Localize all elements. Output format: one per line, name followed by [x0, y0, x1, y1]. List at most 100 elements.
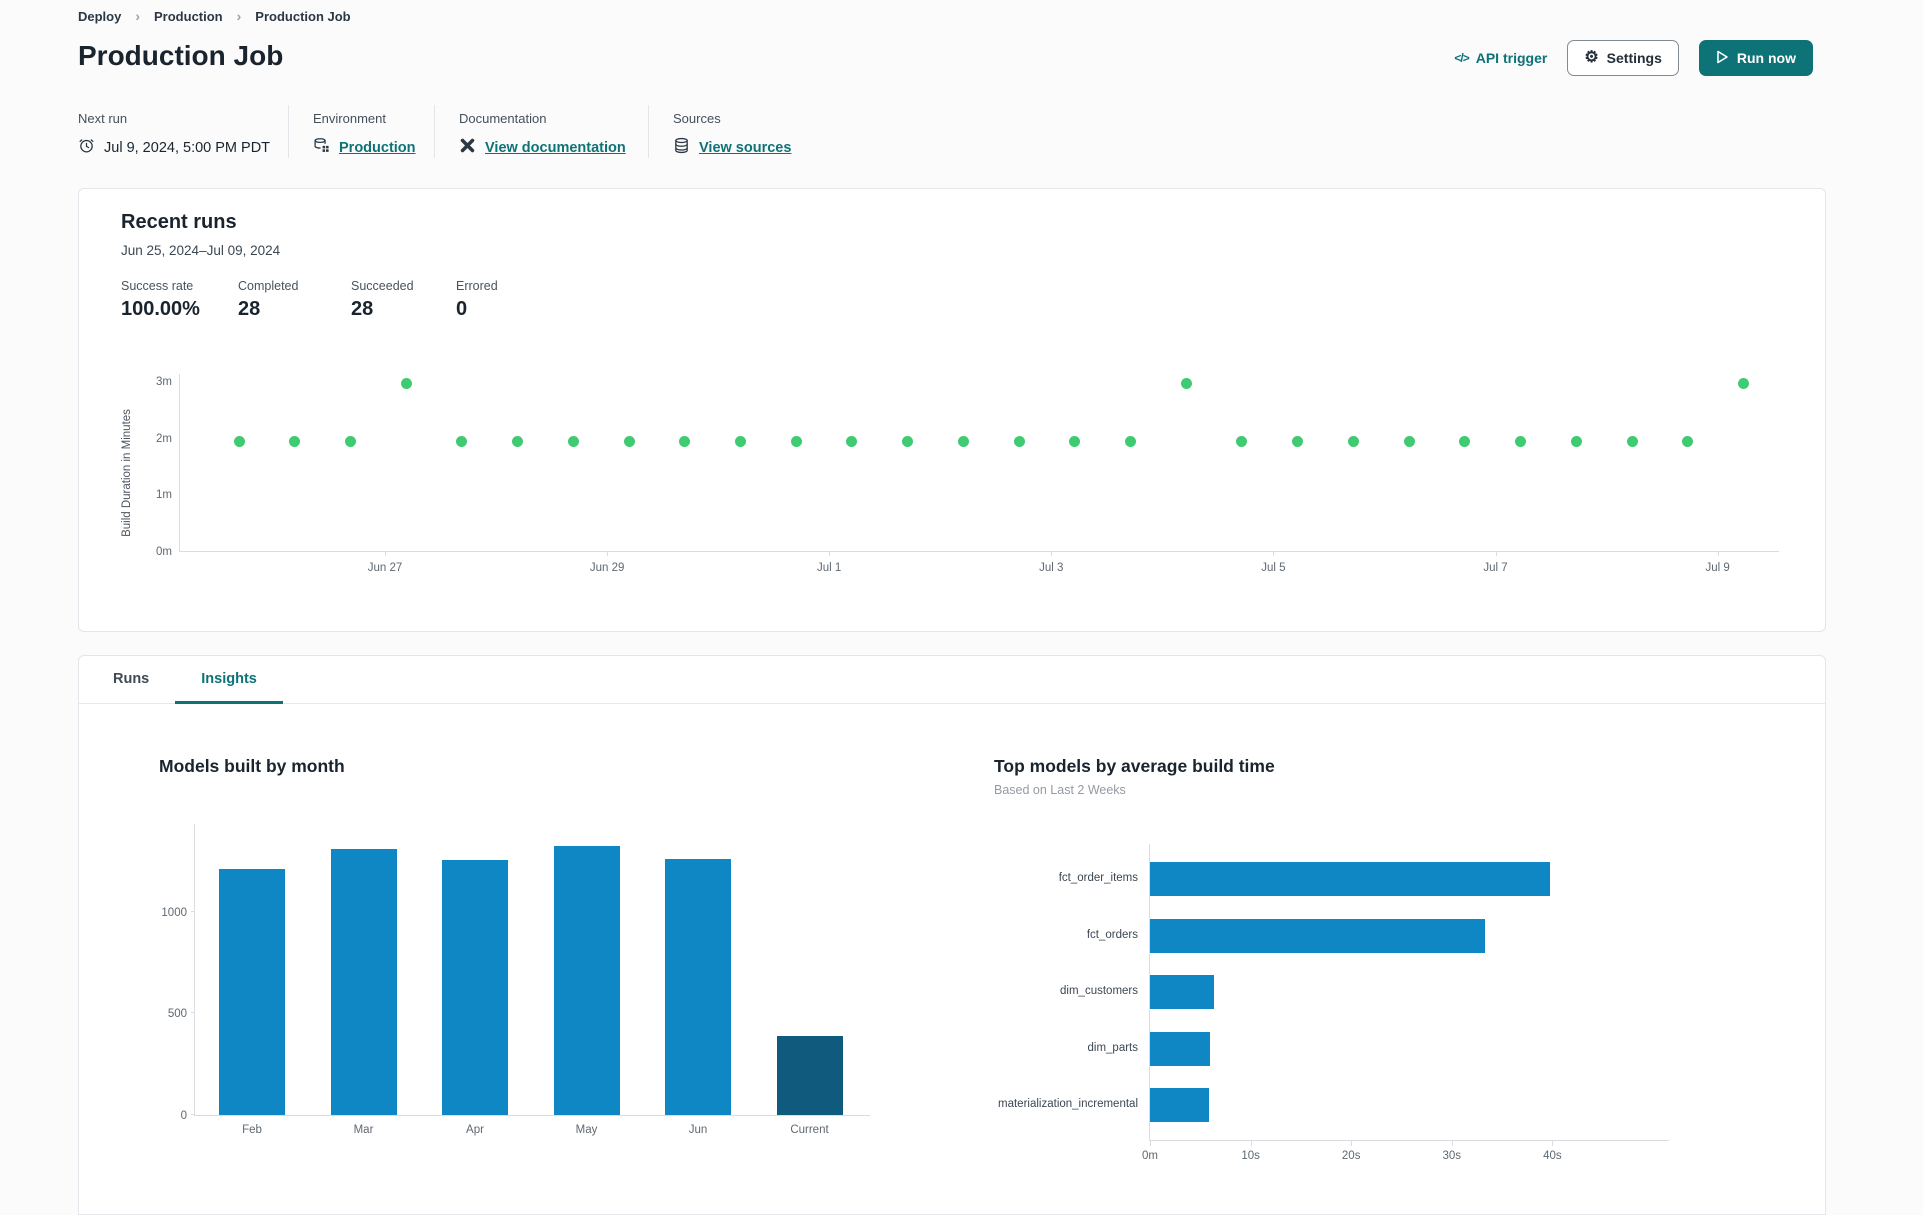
- month-bar: [219, 869, 285, 1115]
- top-models-chart-subtitle: Based on Last 2 Weeks: [994, 783, 1126, 797]
- run-dot[interactable]: [1069, 435, 1081, 447]
- model-name-label: fct_order_items: [1058, 872, 1138, 884]
- x-axis-tick: Feb: [242, 1124, 262, 1136]
- run-dot[interactable]: [1292, 435, 1304, 447]
- run-dot[interactable]: [1013, 435, 1025, 447]
- x-axis-tick: 20s: [1341, 1150, 1361, 1162]
- next-run-label: Next run: [78, 111, 128, 126]
- y-axis-tick: 3m: [156, 375, 172, 388]
- run-now-button[interactable]: Run now: [1698, 40, 1813, 76]
- x-axis-tick: Jul 3: [1039, 562, 1064, 574]
- y-axis-tick: 2m: [156, 432, 172, 445]
- view-sources-link[interactable]: View sources: [699, 140, 791, 156]
- recent-runs-card: Recent runs Jun 25, 2024–Jul 09, 2024 Su…: [78, 188, 1826, 632]
- x-axis-tick: Jun 27: [367, 562, 403, 574]
- header-actions: </> API trigger ⚙ Settings Run now: [1454, 40, 1813, 76]
- run-dot[interactable]: [1403, 435, 1415, 447]
- x-axis-tick-mark: [1273, 552, 1275, 556]
- x-axis-tick: May: [575, 1124, 598, 1136]
- run-dot[interactable]: [623, 435, 635, 447]
- run-dot[interactable]: [1515, 435, 1527, 447]
- settings-button[interactable]: ⚙ Settings: [1567, 40, 1679, 76]
- x-axis-tick: Jul 5: [1261, 562, 1286, 574]
- run-dot[interactable]: [1459, 435, 1471, 447]
- breadcrumb-deploy[interactable]: Deploy: [78, 9, 121, 24]
- recent-runs-title: Recent runs: [121, 211, 237, 233]
- run-dot[interactable]: [1236, 435, 1248, 447]
- run-dot[interactable]: [957, 435, 969, 447]
- month-bar: [330, 848, 397, 1115]
- stat-completed: Completed 28: [238, 279, 299, 320]
- run-now-label: Run now: [1736, 50, 1796, 66]
- y-axis-tick: 1m: [156, 489, 172, 502]
- alarm-clock-icon: [78, 137, 95, 158]
- run-dot[interactable]: [790, 435, 802, 447]
- insights-panel: Models built by month 0 500 1000 Feb Mar Apr M…: [79, 704, 1825, 1214]
- x-axis-tick-mark: [385, 552, 386, 556]
- run-dot[interactable]: [734, 435, 746, 447]
- tab-runs[interactable]: Runs: [87, 656, 175, 704]
- model-build-time-bar: [1150, 1088, 1210, 1122]
- build-duration-scatter-plot: 0m 1m 2m 3m Jun 27 Jun 29 Jul 1 Jul 3 Jul 5 Jul 7…: [156, 374, 1779, 574]
- run-dot[interactable]: [456, 435, 468, 447]
- top-models-bar-chart: 0m 10s 20s 30s 40s fct_order_items fct_orders d…: [998, 844, 1669, 1162]
- run-dot[interactable]: [512, 435, 524, 447]
- model-build-time-bar: [1150, 862, 1551, 896]
- run-dot[interactable]: [1682, 435, 1694, 447]
- model-name-label: materialization_incremental: [998, 1098, 1138, 1110]
- run-dot[interactable]: [846, 435, 858, 447]
- tab-insights[interactable]: Insights: [175, 656, 283, 704]
- month-bar: [776, 1035, 843, 1115]
- documentation-column: Documentation View documentation: [434, 105, 648, 158]
- model-name-label: dim_customers: [1060, 985, 1138, 997]
- model-name-label: dim_parts: [1087, 1041, 1139, 1054]
- run-dot[interactable]: [344, 435, 356, 447]
- model-build-time-bar: [1150, 975, 1215, 1009]
- run-dot[interactable]: [1180, 378, 1192, 390]
- run-dot[interactable]: [679, 435, 691, 447]
- y-axis-tick: 1000: [161, 906, 187, 919]
- y-axis-tick-mark: [191, 910, 195, 912]
- view-documentation-link[interactable]: View documentation: [485, 140, 626, 156]
- x-axis-tick-mark: [1717, 552, 1719, 556]
- x-axis-tick: Jun: [688, 1124, 708, 1136]
- settings-label: Settings: [1606, 50, 1662, 66]
- x-axis-tick-mark: [1451, 1141, 1453, 1146]
- environment-label: Environment: [313, 111, 386, 126]
- run-dot[interactable]: [1347, 435, 1359, 447]
- gear-icon: ⚙: [1584, 49, 1599, 66]
- x-axis-tick: Mar: [353, 1124, 374, 1136]
- run-dot[interactable]: [1626, 435, 1638, 447]
- x-axis-tick: 0m: [1142, 1150, 1158, 1162]
- run-dot[interactable]: [902, 435, 914, 447]
- stat-succeeded: Succeeded 28: [351, 279, 414, 320]
- breadcrumb-production[interactable]: Production: [154, 9, 223, 24]
- api-trigger-label: API trigger: [1475, 50, 1548, 66]
- x-axis-tick-mark: [1150, 1141, 1151, 1146]
- month-bar: [553, 845, 620, 1115]
- month-bar: [665, 858, 731, 1115]
- run-dot[interactable]: [289, 435, 301, 447]
- x-axis-tick: 10s: [1241, 1150, 1260, 1162]
- x-axis-tick-mark: [1051, 552, 1053, 556]
- x-axis-tick-mark: [1351, 1141, 1353, 1146]
- run-dot[interactable]: [233, 435, 245, 447]
- run-dot[interactable]: [1737, 378, 1749, 390]
- run-dot[interactable]: [567, 435, 579, 447]
- x-axis-tick-mark: [1495, 552, 1497, 556]
- run-dot[interactable]: [1570, 435, 1582, 447]
- environment-link[interactable]: Production: [339, 140, 416, 156]
- recent-runs-stats: Success rate 100.00% Completed 28 Succee…: [121, 279, 498, 321]
- chevron-right-icon: ›: [135, 8, 141, 24]
- insights-card: Runs Insights Models built by month 0 500…: [78, 655, 1826, 1215]
- x-axis-tick: 30s: [1442, 1150, 1462, 1162]
- database-icon: [673, 137, 690, 158]
- api-trigger-link[interactable]: </> API trigger: [1454, 50, 1547, 66]
- page-title: Production Job: [78, 40, 284, 71]
- y-axis-tick: 500: [167, 1008, 187, 1021]
- sources-label: Sources: [673, 111, 721, 126]
- y-axis-tick-mark: [191, 1114, 195, 1115]
- x-axis-tick-mark: [607, 552, 609, 556]
- run-dot[interactable]: [400, 378, 412, 390]
- run-dot[interactable]: [1125, 435, 1137, 447]
